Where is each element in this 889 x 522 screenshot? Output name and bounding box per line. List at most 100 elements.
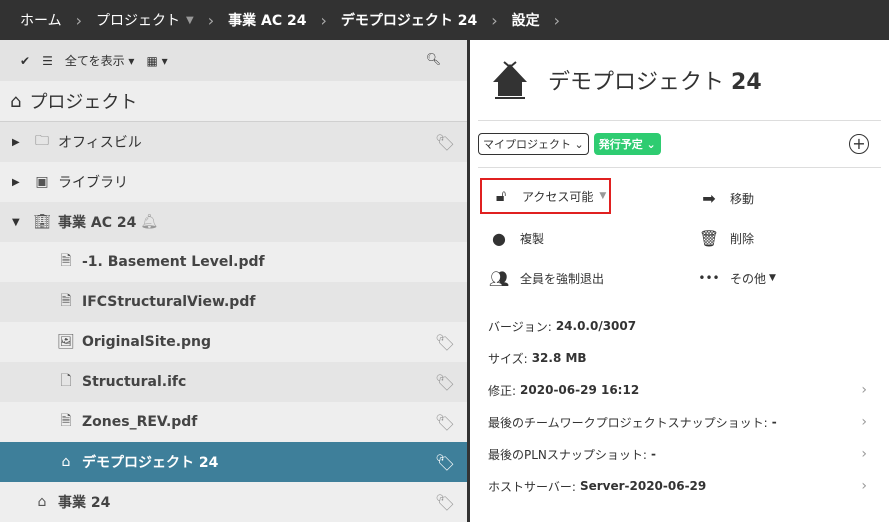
access-label: アクセス可能 bbox=[522, 189, 594, 204]
caret-down-icon: ▼ bbox=[599, 191, 607, 201]
tree-row[interactable]: ▶ 🗀 オフィスビル 🏷︎ bbox=[0, 122, 467, 162]
project-tree-panel: ✔ ☰ 全てを表示 ▾ ▦ ▾ 🔍︎ ⌂ プロジェクト ▶ 🗀 オフィスビル 🏷︎ ▶ ▣… bbox=[0, 40, 467, 522]
tree-row-label: OriginalSite.png bbox=[82, 334, 212, 350]
chevron-right-icon: › bbox=[320, 10, 327, 30]
actions-grid: 🔓︎ アクセス可能 ▼ ➡ 移動 ● 複製 🗑︎ 削除 👥︎ 全員を強制退出 ••• その他 ▼ bbox=[470, 168, 889, 298]
tree-row[interactable]: ▶ ▣ ライブラリ bbox=[0, 162, 467, 202]
bell-icon[interactable]: 🔔︎ bbox=[140, 214, 158, 230]
calendar-icon[interactable]: ▦ ▾ bbox=[146, 54, 167, 68]
search-icon[interactable]: 🔍︎ bbox=[426, 52, 441, 66]
expand-icon[interactable]: ▶ bbox=[12, 137, 24, 148]
chevron-right-icon[interactable]: › bbox=[861, 478, 867, 494]
tag-icon[interactable]: 🏷︎ bbox=[435, 133, 455, 152]
chevron-right-icon[interactable]: › bbox=[861, 382, 867, 398]
chevron-right-icon[interactable]: › bbox=[861, 446, 867, 462]
info-label: 修正: bbox=[488, 383, 517, 398]
filter-dropdown[interactable]: 全てを表示 ▾ bbox=[65, 52, 135, 69]
kick-all-label: 全員を強制退出 bbox=[520, 271, 605, 286]
duplicate-icon: ● bbox=[492, 228, 506, 248]
caret-down-icon: ▼ bbox=[769, 273, 776, 283]
tree-row[interactable]: ▼ 🏢︎ 事業 AC 24 🔔︎ bbox=[0, 202, 467, 242]
project-house-icon: ⌂ bbox=[37, 494, 47, 510]
tag-icon[interactable]: 🏷︎ bbox=[435, 373, 455, 392]
tag-icon[interactable]: 🏷︎ bbox=[435, 413, 455, 432]
project-house-icon: ⌂ bbox=[61, 454, 71, 470]
breadcrumb-home[interactable]: ホーム bbox=[20, 10, 62, 30]
image-file-icon: 🖼︎ bbox=[57, 334, 75, 350]
info-row: サイズ: 32.8 MB bbox=[488, 342, 871, 374]
tag-icon[interactable]: 🏷︎ bbox=[435, 493, 455, 512]
file-icon: 🗋 bbox=[60, 373, 72, 389]
move-button[interactable]: ➡ 移動 bbox=[690, 178, 889, 218]
more-label: その他 bbox=[730, 271, 767, 286]
title-text: デモプロジェクト bbox=[548, 70, 725, 95]
chevron-right-icon: › bbox=[553, 10, 561, 30]
info-label: ホストサーバー: bbox=[488, 479, 576, 494]
trash-icon: 🗑︎ bbox=[698, 228, 720, 248]
info-row[interactable]: 最後のPLNスナップショット: - › bbox=[488, 438, 871, 470]
check-icon[interactable]: ✔ bbox=[20, 54, 30, 68]
owner-select[interactable]: マイプロジェクト ⌄ bbox=[478, 133, 589, 155]
kick-all-button[interactable]: 👥︎ 全員を強制退出 bbox=[480, 258, 690, 298]
status-pill-label: 発行予定 bbox=[598, 138, 643, 151]
info-value: 32.8 MB bbox=[531, 351, 587, 365]
tree-row-label: ライブラリ bbox=[58, 175, 128, 191]
move-label: 移動 bbox=[730, 191, 755, 206]
info-row[interactable]: ホストサーバー: Server-2020-06-29 › bbox=[488, 470, 871, 502]
duplicate-button[interactable]: ● 複製 bbox=[480, 218, 690, 258]
tree-header-label: プロジェクト bbox=[29, 92, 138, 113]
building-icon: 🏢︎ bbox=[33, 214, 51, 230]
duplicate-label: 複製 bbox=[520, 231, 545, 246]
tag-icon[interactable]: 🏷︎ bbox=[435, 333, 455, 352]
info-value: 24.0.0/3007 bbox=[555, 319, 637, 333]
info-value: - bbox=[771, 415, 777, 429]
status-pill[interactable]: 発行予定 ⌄ bbox=[593, 133, 661, 155]
expand-icon[interactable]: ▶ bbox=[12, 177, 24, 188]
unlock-icon: 🔓︎ bbox=[495, 186, 507, 205]
collapse-icon[interactable]: ▼ bbox=[12, 217, 24, 228]
access-button[interactable]: 🔓︎ アクセス可能 ▼ bbox=[480, 178, 611, 214]
breadcrumb-projects[interactable]: プロジェクト bbox=[96, 10, 180, 30]
tree-row-label: 事業 AC 24 bbox=[58, 215, 137, 231]
tree-row-label: -1. Basement Level.pdf bbox=[82, 254, 265, 270]
more-button[interactable]: ••• その他 ▼ bbox=[690, 258, 889, 298]
info-row[interactable]: 修正: 2020-06-29 16:12 › bbox=[488, 374, 871, 406]
info-row: バージョン: 24.0.0/3007 bbox=[488, 310, 871, 342]
project-house-icon bbox=[493, 61, 527, 99]
info-row[interactable]: 最後のチームワークプロジェクトスナップショット: - › bbox=[488, 406, 871, 438]
add-icon[interactable]: + bbox=[849, 134, 869, 154]
tree-row[interactable]: 🗎 Zones_REV.pdf 🏷︎ bbox=[0, 402, 467, 442]
tree-header: ⌂ プロジェクト bbox=[0, 81, 467, 122]
tree-row[interactable]: ⌂ デモプロジェクト 24 🏷︎ bbox=[0, 442, 467, 482]
tree-row-label: Zones_REV.pdf bbox=[82, 414, 198, 430]
project-info: バージョン: 24.0.0/3007 サイズ: 32.8 MB 修正: 2020-06-2… bbox=[470, 298, 889, 502]
breadcrumb-settings[interactable]: 設定 bbox=[512, 10, 540, 30]
chevron-right-icon[interactable]: › bbox=[861, 414, 867, 430]
tree-row-label: 事業 24 bbox=[58, 495, 111, 511]
list-icon[interactable]: ☰ bbox=[42, 54, 53, 68]
info-value: 2020-06-29 16:12 bbox=[520, 383, 640, 397]
tags-row: マイプロジェクト ⌄ 発行予定 ⌄ + bbox=[478, 121, 881, 168]
tree-row-label: オフィスビル bbox=[58, 135, 142, 151]
breadcrumb-ac24[interactable]: 事業 AC 24 bbox=[228, 10, 306, 30]
tree-toolbar: ✔ ☰ 全てを表示 ▾ ▦ ▾ 🔍︎ bbox=[0, 40, 467, 81]
project-title: デモプロジェクト 24 bbox=[478, 40, 881, 121]
breadcrumb-demo[interactable]: デモプロジェクト 24 bbox=[341, 10, 477, 30]
info-value: - bbox=[650, 447, 656, 461]
caret-down-icon[interactable]: ▼ bbox=[186, 15, 194, 26]
tree-row[interactable]: 🗎 -1. Basement Level.pdf bbox=[0, 242, 467, 282]
tag-icon[interactable]: 🏷︎ bbox=[435, 453, 455, 472]
tree-row-label: IFCStructuralView.pdf bbox=[82, 294, 256, 310]
filter-label: 全てを表示 bbox=[64, 54, 125, 68]
info-label: 最後のチームワークプロジェクトスナップショット: bbox=[488, 415, 768, 430]
tree-row[interactable]: ⌂ 事業 24 🏷︎ bbox=[0, 482, 467, 522]
info-label: 最後のPLNスナップショット: bbox=[488, 447, 647, 462]
tree-row[interactable]: 🗋 Structural.ifc 🏷︎ bbox=[0, 362, 467, 402]
delete-button[interactable]: 🗑︎ 削除 bbox=[690, 218, 889, 258]
info-value: Server-2020-06-29 bbox=[579, 479, 707, 493]
breadcrumb: ホーム › プロジェクト ▼ › 事業 AC 24 › デモプロジェクト 24 … bbox=[0, 0, 889, 40]
tree-row[interactable]: 🗎 IFCStructuralView.pdf bbox=[0, 282, 467, 322]
chevron-right-icon: › bbox=[491, 10, 498, 30]
tree-row[interactable]: 🖼︎ OriginalSite.png 🏷︎ bbox=[0, 322, 467, 362]
info-label: バージョン: bbox=[488, 319, 552, 334]
